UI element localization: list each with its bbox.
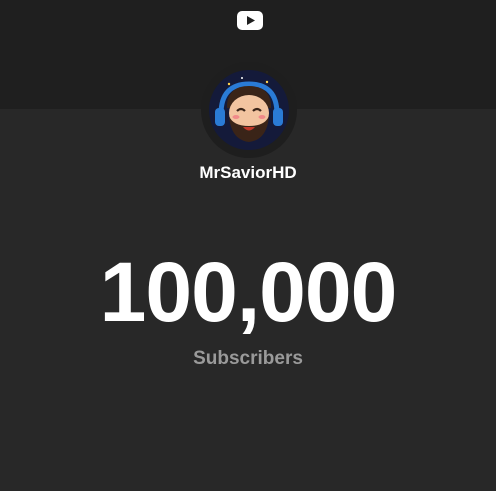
avatar[interactable]: [201, 62, 297, 158]
channel-name[interactable]: MrSaviorHD: [0, 162, 496, 184]
youtube-play-icon[interactable]: [237, 11, 263, 30]
subscriber-milestone-page: MrSaviorHD 100,000 Subscribers: [0, 0, 496, 491]
bearded-character-avatar-icon: [209, 70, 289, 150]
subscriber-count: 100,000: [99, 245, 398, 339]
subscriber-label: Subscribers: [193, 348, 303, 369]
